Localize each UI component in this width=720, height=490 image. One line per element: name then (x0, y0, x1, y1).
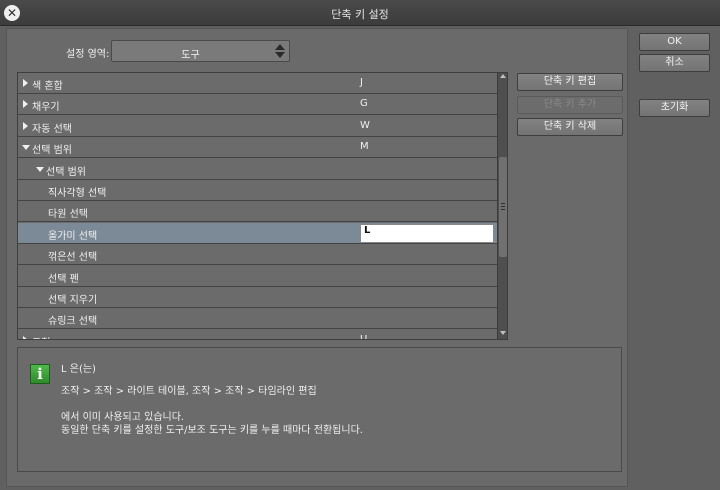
expand-arrow-icon[interactable] (23, 335, 28, 339)
delete-shortcut-button[interactable]: 단축 키 삭제 (517, 118, 623, 136)
tree-row-key: U (360, 333, 368, 340)
scroll-up-icon[interactable] (500, 74, 506, 78)
tree-row[interactable]: 직사각형 선택 (18, 180, 497, 201)
tree-row[interactable]: 색 혼합 J (18, 73, 497, 94)
updown-arrows-icon (275, 43, 285, 59)
tree-row[interactable]: 타원 선택 (18, 201, 497, 223)
cancel-button[interactable]: 취소 (639, 54, 710, 72)
tree-row[interactable]: 슈링크 선택 (18, 308, 497, 330)
conflict-info-panel: i L 은(는) 조작 > 조작 > 라이트 테이블, 조작 > 조작 > 타임… (17, 347, 622, 472)
info-line-1: L 은(는) (61, 364, 96, 375)
edit-shortcut-button[interactable]: 단축 키 편집 (517, 73, 623, 91)
tree-row-name: 꺾은선 선택 (48, 252, 98, 264)
tree-scrollbar[interactable] (497, 73, 507, 339)
tree-row-name: 선택 범위 (46, 166, 86, 178)
scroll-grip-icon (501, 203, 505, 210)
scroll-down-icon[interactable] (500, 331, 506, 335)
tree-row[interactable]: 채우기 G (18, 94, 497, 116)
scope-value: 도구 (181, 50, 200, 61)
tree-row-name: 색 혼합 (32, 81, 63, 92)
tree-row-name: 올가미 선택 (48, 230, 98, 242)
info-line-2: 조작 > 조작 > 라이트 테이블, 조작 > 조작 > 타임라인 편집 (61, 386, 317, 397)
ok-button[interactable]: OK (639, 33, 710, 51)
tree-row-name: 선택 범위 (32, 145, 72, 157)
title-bar: ✕ 단축 키 설정 (0, 0, 720, 26)
collapse-arrow-icon[interactable] (36, 166, 44, 172)
tree-row[interactable]: 올가미 선택 L (18, 222, 497, 244)
tree-row[interactable]: 도형 U (18, 330, 497, 340)
tree-row-name: 도형 (32, 334, 50, 339)
tree-row[interactable]: 선택 지우기 (18, 287, 497, 308)
tree-row[interactable]: 꺾은선 선택 (18, 244, 497, 266)
tree-row-name: 직사각형 선택 (48, 188, 107, 199)
tree-row-key: W (360, 119, 370, 131)
tree-row-name: 자동 선택 (32, 123, 72, 135)
shortcut-tree[interactable]: 색 혼합 J 채우기 G 자동 선택 W 선택 범위 M 선택 범위 직사각형 선택 타원 선택 올가… (17, 72, 508, 340)
tree-row[interactable]: 선택 범위 M (18, 137, 497, 159)
scope-select[interactable]: 도구 (111, 40, 290, 62)
reset-button[interactable]: 초기화 (639, 99, 710, 117)
tree-row-key: M (360, 141, 369, 153)
tree-row-key: G (360, 98, 368, 110)
tree-row-name: 선택 지우기 (48, 295, 98, 306)
tree-row-name: 채우기 (32, 102, 60, 114)
expand-arrow-icon[interactable] (23, 121, 28, 130)
scope-label: 설정 영역: (66, 49, 110, 60)
tree-row[interactable]: 선택 펜 (18, 266, 497, 287)
info-icon: i (30, 364, 50, 384)
window-title: 단축 키 설정 (331, 8, 389, 21)
expand-arrow-icon[interactable] (23, 100, 28, 109)
tree-row[interactable]: 선택 범위 (18, 159, 497, 180)
add-shortcut-button[interactable]: 단축 키 추가 (517, 96, 623, 114)
tree-row-name: 선택 펜 (48, 273, 79, 285)
info-line-4: 동일한 단축 키를 설정한 도구/보조 도구는 키를 누를 때마다 전환됩니다. (61, 425, 363, 436)
tree-row-key: J (360, 77, 363, 88)
scroll-thumb[interactable] (499, 157, 507, 257)
expand-arrow-icon[interactable] (23, 79, 28, 87)
collapse-arrow-icon[interactable] (22, 145, 30, 151)
tree-row[interactable]: 자동 선택 W (18, 116, 497, 137)
tree-row-name: 타원 선택 (48, 209, 88, 221)
tree-row-name: 슈링크 선택 (48, 316, 98, 328)
shortcut-key-input[interactable]: L (360, 223, 494, 243)
